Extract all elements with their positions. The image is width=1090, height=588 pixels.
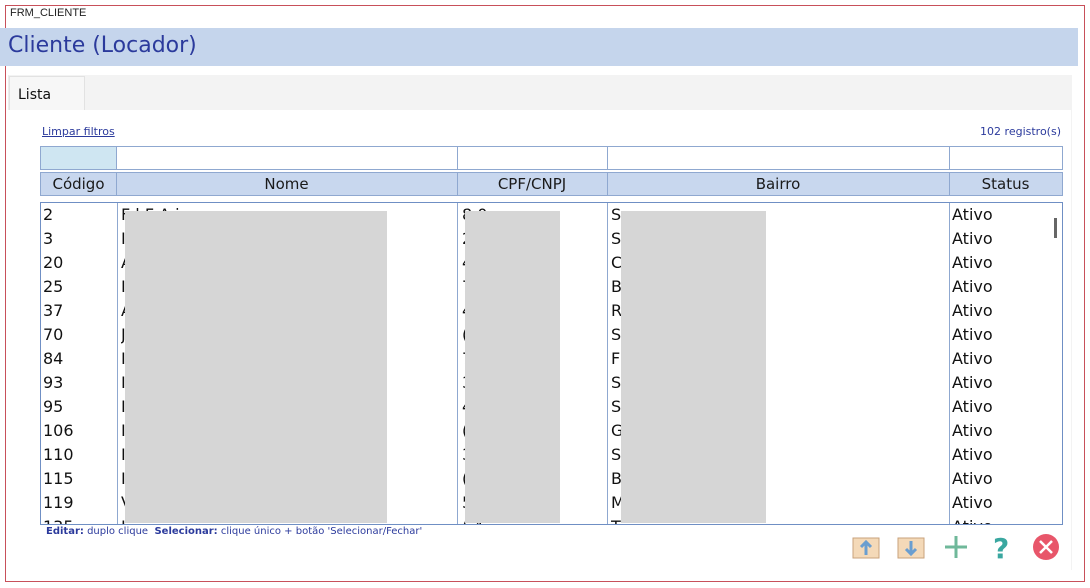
filter-status[interactable] [949, 146, 1063, 170]
cell-status: Ativo [952, 469, 993, 488]
cell-codigo: 70 [43, 325, 64, 344]
redacted-cpf [465, 211, 560, 523]
column-header-row: Código Nome CPF/CNPJ Bairro Status [40, 172, 1063, 196]
cell-status: Ativo [952, 229, 993, 248]
cell-codigo: 20 [43, 253, 64, 272]
export-icon [897, 537, 925, 559]
client-list[interactable]: 2F l F A jo8 0S Ativo3I2 5SAtivo20A4 0CA… [40, 202, 1063, 525]
cell-codigo: 3 [43, 229, 54, 248]
scrollbar-thumb[interactable] [1054, 218, 1057, 238]
column-header-cpf[interactable]: CPF/CNPJ [457, 172, 608, 196]
cell-codigo: 119 [43, 493, 74, 512]
cell-codigo: 115 [43, 469, 74, 488]
import-button[interactable] [851, 533, 881, 561]
cell-status: Ativo [952, 373, 993, 392]
tab-label: Lista [18, 87, 52, 103]
cell-status: Ativo [952, 493, 993, 512]
filter-nome[interactable] [116, 146, 458, 170]
redacted-names [125, 211, 387, 523]
help-icon: ? [993, 532, 1009, 565]
cell-status: Ativo [952, 349, 993, 368]
cell-status: Ativo [952, 277, 993, 296]
cell-codigo: 106 [43, 421, 74, 440]
select-hint-text: clique único + botão 'Selecionar/Fechar' [220, 526, 423, 537]
filter-bairro[interactable] [607, 146, 950, 170]
close-icon [1033, 534, 1059, 560]
cell-codigo: 37 [43, 301, 64, 320]
select-hint-label: Selecionar: [154, 526, 218, 537]
column-header-nome[interactable]: Nome [116, 172, 458, 196]
cell-status: Ativo [952, 445, 993, 464]
add-button[interactable] [941, 533, 971, 561]
filter-cpf[interactable] [457, 146, 608, 170]
edit-hint-label: Editar: [46, 526, 84, 537]
clear-filters-link[interactable]: Limpar filtros [42, 125, 115, 138]
cell-codigo: 93 [43, 373, 64, 392]
cell-codigo: 110 [43, 445, 74, 464]
cell-status: Ativo [952, 253, 993, 272]
cell-status: Ativo [952, 517, 1047, 524]
window-title: FRM_CLIENTE [10, 7, 87, 19]
filter-codigo[interactable] [40, 146, 117, 170]
tab-lista[interactable]: Lista [9, 76, 85, 110]
add-icon [945, 536, 967, 558]
close-button[interactable] [1031, 533, 1061, 561]
cell-status: Ativo [952, 205, 993, 224]
cell-status: Ativo [952, 421, 993, 440]
column-header-bairro[interactable]: Bairro [607, 172, 950, 196]
column-header-status[interactable]: Status [949, 172, 1063, 196]
cell-codigo: 25 [43, 277, 64, 296]
import-icon [852, 537, 880, 559]
cell-codigo: 2 [43, 205, 54, 224]
export-button[interactable] [896, 533, 926, 561]
usage-hint: Editar: duplo clique Selecionar: clique … [46, 526, 422, 537]
help-button[interactable]: ? [986, 532, 1016, 565]
svg-text:?: ? [993, 533, 1009, 561]
cell-status: Ativo [952, 301, 993, 320]
form-title: Cliente (Locador) [8, 33, 197, 58]
record-count: 102 registro(s) [980, 125, 1061, 138]
redacted-bairro [621, 211, 766, 523]
cell-codigo: 135 [43, 517, 113, 524]
edit-hint-text: duplo clique [87, 526, 149, 537]
cell-status: Ativo [952, 397, 993, 416]
vertical-scrollbar[interactable] [1049, 203, 1062, 524]
cell-codigo: 95 [43, 397, 64, 416]
column-header-codigo[interactable]: Código [40, 172, 117, 196]
cell-codigo: 84 [43, 349, 64, 368]
cell-status: Ativo [952, 325, 993, 344]
